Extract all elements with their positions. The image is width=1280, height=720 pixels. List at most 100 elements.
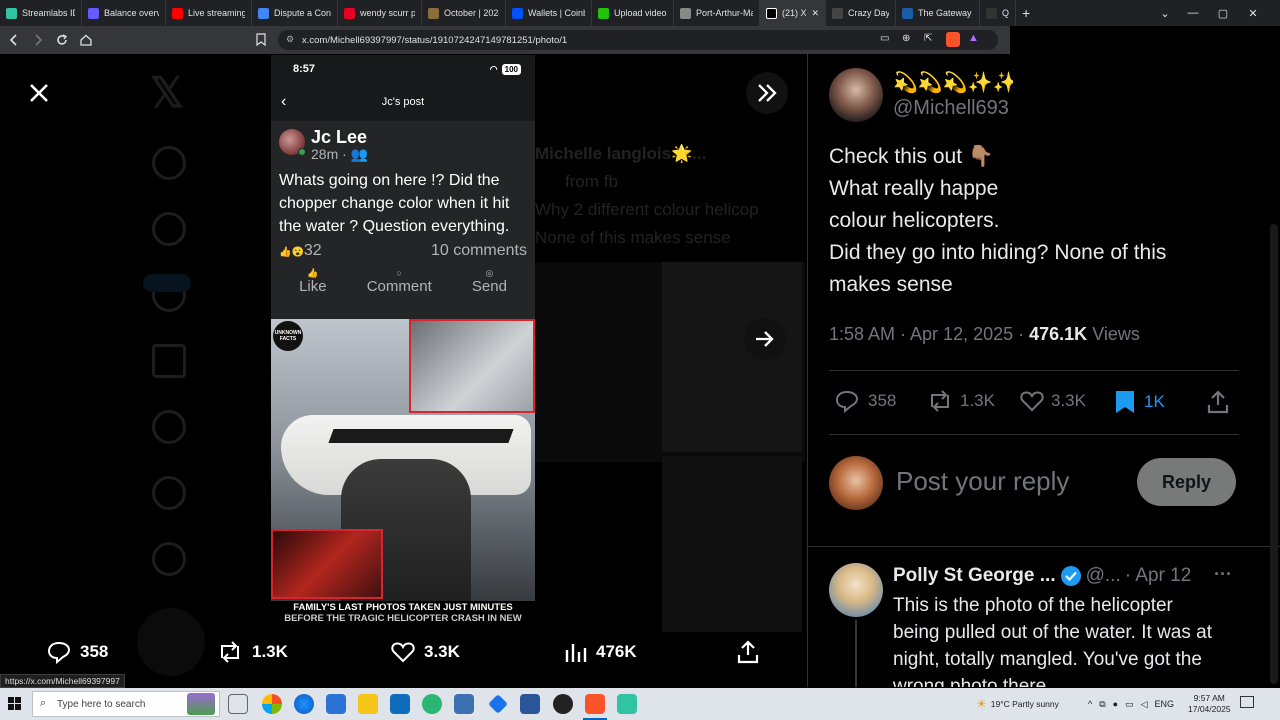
taskbar-search-input[interactable]: ⌕ Type here to search [32,691,220,717]
tray-app-icon[interactable]: ⧉ [1099,699,1105,710]
app-icon-diamond[interactable] [488,694,508,714]
browser-tab[interactable]: Streamlabs ID [0,0,82,26]
author-display-name[interactable]: 💫💫💫✨✨ [893,70,1013,95]
viewer-like-button[interactable]: 3.3K [390,640,460,664]
tray-lang[interactable]: ENG [1155,699,1175,709]
reply-author-avatar[interactable] [829,563,883,617]
windows-start-icon[interactable] [8,697,22,716]
microphone-icon[interactable]: ● [1113,699,1118,709]
browser-tab[interactable]: Port-Arthur-Ma [674,0,760,26]
browser-tab[interactable]: Balance overvie [82,0,166,26]
task-view-icon[interactable] [228,694,248,714]
fb-post-time: 28m · [311,146,347,162]
viewer-reply-button[interactable]: 358 [46,640,108,664]
brave-rewards-icon[interactable]: ▲ [968,32,979,44]
browser-tab[interactable]: Live streaming [166,0,252,26]
reply-author-handle[interactable]: @... [1086,565,1121,587]
app-icon-blue[interactable] [454,694,474,714]
reply-input[interactable]: Post your reply [896,466,1069,497]
zoom-icon[interactable]: ⊕ [902,33,910,44]
cast-icon[interactable]: ▭ [880,33,889,44]
home-button[interactable] [76,30,96,50]
volume-icon[interactable]: ◁ [1141,699,1148,710]
browser-tab[interactable]: Crazy Days and [826,0,896,26]
bookmark-action[interactable]: 1K [1114,389,1165,415]
reply-more-icon[interactable]: ··· [1214,564,1232,585]
minimize-button[interactable]: — [1178,0,1208,26]
expand-panel-button[interactable] [746,72,788,114]
phone-header-title: Jc's post [381,96,425,108]
copilot-icon[interactable] [262,694,282,714]
reply-author-name[interactable]: Polly St George ... [893,565,1056,587]
explore-nav-icon [152,212,186,246]
thread-line [855,620,857,687]
repost-action[interactable]: 1.3K [926,389,995,413]
file-explorer-icon[interactable] [358,694,378,714]
back-button[interactable] [4,30,24,50]
search-icon: ⌕ [40,697,47,709]
forward-button[interactable] [28,30,48,50]
outlook-icon[interactable] [390,694,410,714]
word-icon[interactable] [520,694,540,714]
tab-favicon-icon [512,7,523,19]
home-icon [80,34,92,46]
media-image[interactable]: 8:57 ◠ 100 ‹ Jc's post Jc Lee 28m · 👥 Wh… [271,55,535,625]
tab-close-icon[interactable]: ✕ [811,8,819,19]
browser-tab[interactable]: Dispute a Cont [252,0,338,26]
viewer-views-button[interactable]: 476K [564,640,637,664]
browser-tab[interactable]: Wallets | Coinb [506,0,592,26]
url-text: x.com/Michell69397997/status/19107242471… [302,34,568,46]
like-action[interactable]: 3.3K [1019,389,1086,413]
author-handle[interactable]: @Michell693 [893,97,1013,120]
streamlabs-taskbar-icon[interactable] [617,694,637,714]
x-logo-icon: 𝕏 [150,69,184,116]
brave-taskbar-icon[interactable] [585,694,605,714]
like-count: 3.3K [1051,391,1086,410]
browser-tab[interactable]: October | 2024 [422,0,506,26]
system-tray[interactable]: ^ ⧉ ● ▭ ◁ ENG [1088,688,1174,720]
fb-send-label: Send [471,278,507,295]
tweet-timestamp[interactable]: 1:58 AM · Apr 12, 2025 · [829,324,1024,344]
reply-button[interactable]: Reply [1137,458,1236,506]
maximize-button[interactable]: ▢ [1208,0,1238,26]
tweet-text: Check this out 👇🏽 What really happe colo… [829,141,1269,301]
tab-list-button[interactable]: ⌄ [1150,0,1180,26]
viewer-repost-button[interactable]: 1.3K [216,640,288,664]
repost-icon [931,390,949,412]
author-avatar[interactable] [829,68,883,122]
share-icon[interactable]: ⇱ [924,33,932,44]
panel-scrollbar[interactable] [1270,224,1278,684]
obs-icon[interactable] [553,694,573,714]
url-field[interactable]: ⚙ x.com/Michell69397997/status/191072424… [278,30,998,50]
browser-tab[interactable]: Upload videos [592,0,674,26]
store-icon[interactable] [326,694,346,714]
browser-tab[interactable]: Q [980,0,1016,26]
online-dot-icon [298,148,306,156]
bookmark-page-icon[interactable] [256,33,266,51]
edge-icon[interactable] [294,694,314,714]
next-image-button[interactable] [744,318,786,360]
reply-action[interactable]: 358 [834,389,896,413]
reply-date[interactable]: · Apr 12 [1125,565,1192,587]
close-viewer-button[interactable] [26,80,52,111]
browser-tab[interactable]: wendy scurr pe [338,0,422,26]
network-icon[interactable]: ▭ [1125,699,1134,710]
browser-tab[interactable]: The Gateway P [896,0,980,26]
tray-overflow-icon[interactable]: ^ [1088,699,1092,709]
weather-widget[interactable]: ☀ 19°C Partly sunny [976,688,1059,720]
reload-button[interactable] [52,30,72,50]
bookmark-filled-icon [1116,391,1134,413]
browser-tab[interactable]: (21) X ✕ [760,0,826,26]
brave-shields-icon[interactable] [946,32,960,47]
viewer-share-button[interactable] [736,640,760,664]
notification-center-icon[interactable] [1240,696,1254,708]
site-info-icon[interactable]: ⚙ [286,34,294,45]
tab-title: (21) X [782,8,807,18]
fb-avatar [279,129,306,156]
new-tab-button[interactable]: + [1016,0,1036,26]
share-action[interactable] [1206,390,1230,419]
clock[interactable]: 9:57 AM 17/04/2025 [1188,688,1231,720]
app-icon-green[interactable] [422,694,442,714]
close-window-button[interactable]: ✕ [1238,0,1268,26]
viewer-views-count: 476K [596,642,637,661]
